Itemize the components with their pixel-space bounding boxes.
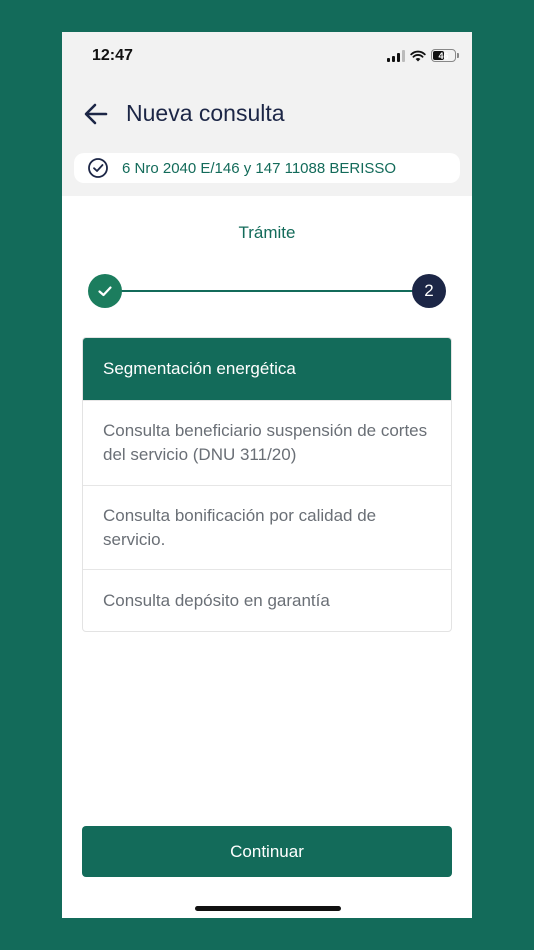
address-text: 6 Nro 2040 E/146 y 147 11088 BERISSO — [122, 159, 397, 177]
phone-screen: 12:47 46 Nueva consulta 6 Nro 2040 E/146… — [62, 32, 472, 918]
battery-level: 46 — [438, 50, 449, 61]
option-label: Consulta depósito en garantía — [103, 590, 330, 610]
option-label: Consulta bonificación por calidad de ser… — [103, 505, 377, 549]
step-completed — [88, 274, 122, 308]
option-label: Segmentación energética — [103, 359, 296, 378]
continue-button[interactable]: Continuar — [82, 826, 452, 877]
option-bonificacion-calidad[interactable]: Consulta bonificación por calidad de ser… — [83, 485, 451, 569]
step-label: Trámite — [238, 223, 296, 242]
battery-icon: 46 — [431, 49, 459, 62]
checkmark-icon — [98, 286, 112, 297]
signal-icon — [387, 49, 405, 62]
option-deposito-garantia[interactable]: Consulta depósito en garantía — [83, 569, 451, 631]
stepper-line — [105, 290, 429, 292]
status-time: 12:47 — [92, 47, 133, 64]
back-arrow-icon[interactable] — [82, 100, 110, 128]
page-title: Nueva consulta — [126, 100, 285, 126]
check-circle-icon — [88, 158, 108, 178]
options-list: Segmentación energética Consulta benefic… — [82, 337, 452, 632]
step-current: 2 — [412, 274, 446, 308]
option-label: Consulta beneficiario suspensión de cort… — [103, 421, 428, 464]
status-icons: 46 — [387, 49, 459, 62]
address-bar: 6 Nro 2040 E/146 y 147 11088 BERISSO — [74, 153, 460, 183]
home-indicator[interactable] — [195, 906, 341, 911]
option-segmentacion-energetica[interactable]: Segmentación energética — [83, 338, 451, 400]
option-beneficiario-suspension[interactable]: Consulta beneficiario suspensión de cort… — [83, 400, 451, 485]
top-header-area: 12:47 46 Nueva consulta 6 Nro 2040 E/146… — [62, 32, 472, 196]
wifi-icon — [410, 50, 426, 61]
stepper: 2 — [88, 274, 446, 308]
